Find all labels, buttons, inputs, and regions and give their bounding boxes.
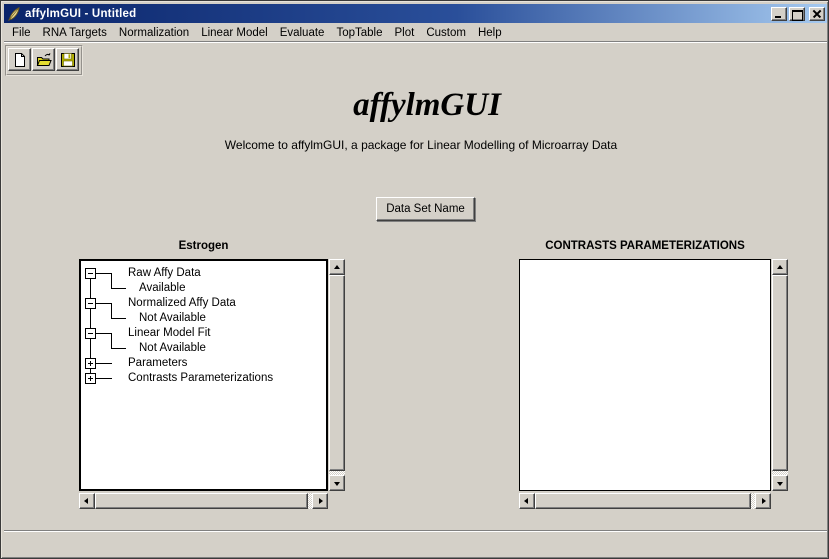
close-button[interactable] xyxy=(809,7,825,21)
scroll-down-button[interactable] xyxy=(329,475,345,491)
tree-branch-line xyxy=(111,288,126,289)
menu-file[interactable]: File xyxy=(6,26,37,40)
status-bar xyxy=(4,532,827,557)
arrow-up-icon xyxy=(334,265,340,269)
tree-branch-line xyxy=(96,378,112,379)
window-controls xyxy=(771,7,825,21)
tree-item-label[interactable]: Contrasts Parameterizations xyxy=(128,371,273,386)
data-set-name-button[interactable]: Data Set Name xyxy=(376,197,475,221)
tree-item-status[interactable]: Available xyxy=(139,281,185,296)
status-tree-canvas[interactable]: Raw Affy Data Available Normalized Affy … xyxy=(79,259,328,491)
contrasts-listbox[interactable] xyxy=(519,259,771,491)
arrow-up-icon xyxy=(777,265,783,269)
menu-plot[interactable]: Plot xyxy=(389,26,421,40)
new-file-button[interactable] xyxy=(8,48,31,71)
welcome-text: Welcome to affylmGUI, a package for Line… xyxy=(1,138,829,152)
tree-item-label[interactable]: Normalized Affy Data xyxy=(128,296,236,311)
tree-branch-line xyxy=(111,303,112,318)
tree-toggle-minus-icon[interactable] xyxy=(85,268,96,279)
window-title: affylmGUI - Untitled xyxy=(25,8,771,20)
menu-linear-model[interactable]: Linear Model xyxy=(195,26,273,40)
toolbar xyxy=(5,45,83,76)
save-file-button[interactable] xyxy=(56,48,79,71)
tree-branch-line xyxy=(111,333,112,348)
menu-custom[interactable]: Custom xyxy=(420,26,472,40)
scroll-left-button[interactable] xyxy=(519,493,535,509)
arrow-down-icon xyxy=(777,482,783,486)
left-horizontal-scrollbar[interactable] xyxy=(79,493,328,509)
open-folder-icon xyxy=(36,52,52,68)
tree-toggle-minus-icon[interactable] xyxy=(85,328,96,339)
arrow-right-icon xyxy=(319,498,323,504)
scroll-left-button[interactable] xyxy=(79,493,95,509)
maximize-button[interactable] xyxy=(789,7,805,21)
tree-branch-line xyxy=(96,363,112,364)
open-file-button[interactable] xyxy=(32,48,55,71)
tree-item-label[interactable]: Linear Model Fit xyxy=(128,326,210,341)
arrow-left-icon xyxy=(524,498,528,504)
tree-branch-line xyxy=(96,333,112,334)
scroll-up-button[interactable] xyxy=(329,259,345,275)
tree-toggle-plus-icon[interactable] xyxy=(85,358,96,369)
tree-item-label[interactable]: Parameters xyxy=(128,356,187,371)
minimize-button[interactable] xyxy=(771,7,787,21)
scrollbar-thumb[interactable] xyxy=(772,275,788,471)
tree-item-status[interactable]: Not Available xyxy=(139,311,206,326)
new-document-icon xyxy=(12,52,28,68)
arrow-right-icon xyxy=(762,498,766,504)
scroll-up-button[interactable] xyxy=(772,259,788,275)
menu-evaluate[interactable]: Evaluate xyxy=(274,26,331,40)
feather-icon xyxy=(6,6,22,22)
save-floppy-icon xyxy=(60,52,76,68)
left-panel-header: Estrogen xyxy=(79,240,328,252)
scrollbar-thumb[interactable] xyxy=(329,275,345,471)
tree-branch-line xyxy=(111,348,126,349)
title-bar[interactable]: affylmGUI - Untitled xyxy=(4,4,827,23)
left-vertical-scrollbar[interactable] xyxy=(329,259,345,491)
tree-toggle-plus-icon[interactable] xyxy=(85,373,96,384)
menu-bar: File RNA Targets Normalization Linear Mo… xyxy=(4,24,827,41)
menu-toptable[interactable]: TopTable xyxy=(330,26,388,40)
menu-rna-targets[interactable]: RNA Targets xyxy=(37,26,113,40)
tree-branch-line xyxy=(111,273,112,288)
tree-toggle-minus-icon[interactable] xyxy=(85,298,96,309)
scrollbar-thumb[interactable] xyxy=(535,493,751,509)
tree-item-label[interactable]: Raw Affy Data xyxy=(128,266,201,281)
status-tree: Raw Affy Data Available Normalized Affy … xyxy=(81,261,326,489)
tree-item-status[interactable]: Not Available xyxy=(139,341,206,356)
scrollbar-thumb[interactable] xyxy=(95,493,308,509)
menu-normalization[interactable]: Normalization xyxy=(113,26,195,40)
tree-branch-line xyxy=(96,273,112,274)
scroll-right-button[interactable] xyxy=(755,493,771,509)
arrow-down-icon xyxy=(334,482,340,486)
arrow-left-icon xyxy=(84,498,88,504)
right-panel-header: CONTRASTS PARAMETERIZATIONS xyxy=(519,240,771,252)
tree-branch-line xyxy=(111,318,126,319)
menu-divider xyxy=(4,41,827,43)
tree-branch-line xyxy=(96,303,112,304)
right-horizontal-scrollbar[interactable] xyxy=(519,493,771,509)
scroll-down-button[interactable] xyxy=(772,475,788,491)
scroll-right-button[interactable] xyxy=(312,493,328,509)
menu-help[interactable]: Help xyxy=(472,26,508,40)
app-title: affylmGUI xyxy=(1,87,829,124)
right-vertical-scrollbar[interactable] xyxy=(772,259,788,491)
app-window: affylmGUI - Untitled File RNA Targets No… xyxy=(0,0,829,559)
